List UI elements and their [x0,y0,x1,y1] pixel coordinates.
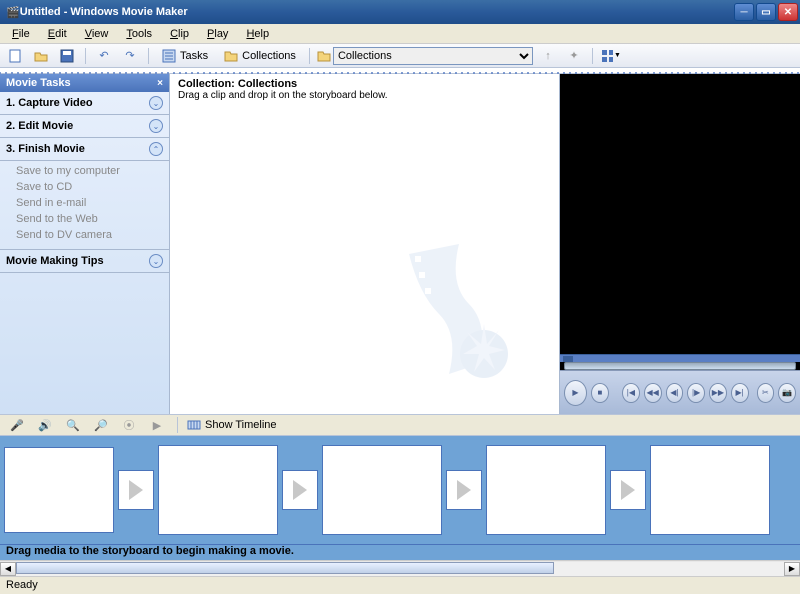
task-capture-video[interactable]: 1. Capture Video ⌄ [0,92,169,115]
split-button[interactable]: ✂ [757,383,775,403]
play-button[interactable]: ▶ [564,380,587,406]
collections-button[interactable]: Collections [218,47,302,65]
toolbar: ↶ ↷ Tasks Collections Collections ↑ ✦ ▼ [0,44,800,68]
menu-clip[interactable]: Clip [162,26,197,42]
clip-slot[interactable] [4,447,114,533]
clip-slot[interactable] [322,445,442,535]
video-preview [560,74,800,354]
clip-slot[interactable] [486,445,606,535]
chevron-up-icon: ⌃ [149,142,163,156]
location-icon [317,49,331,63]
task-pane: Movie Tasks × 1. Capture Video ⌄ 2. Edit… [0,74,170,414]
subtask-save-cd[interactable]: Save to CD [16,179,163,195]
menu-edit[interactable]: Edit [40,26,75,42]
rewind-button[interactable]: ◀◀ [644,383,662,403]
zoom-out-button[interactable]: 🔎 [90,415,112,435]
open-project-button[interactable] [30,46,52,66]
seek-bar[interactable] [564,362,796,370]
save-button[interactable] [56,46,78,66]
scroll-left-button[interactable]: ◀ [0,562,16,576]
subtask-send-dv[interactable]: Send to DV camera [16,227,163,243]
task-section-label: 1. Capture Video [6,97,93,109]
storyboard-hint: Drag media to the storyboard to begin ma… [0,544,800,560]
preview-pane: ▶ ■ |◀ ◀◀ ◀| |▶ ▶▶ ▶| ✂ 📷 [560,74,800,414]
playback-controls: ▶ ■ |◀ ◀◀ ◀| |▶ ▶▶ ▶| ✂ 📷 [560,370,800,414]
up-button[interactable]: ↑ [537,46,559,66]
task-section-label: 2. Edit Movie [6,120,73,132]
task-finish-movie[interactable]: 3. Finish Movie ⌃ [0,138,169,161]
status-text: Ready [6,579,38,591]
menu-view[interactable]: View [77,26,117,42]
collection-hint: Drag a clip and drop it on the storyboar… [178,90,551,101]
step-fwd-button[interactable]: |▶ [687,383,705,403]
collections-label: Collections [242,50,296,62]
narrate-button[interactable]: 🔊 [34,415,56,435]
new-project-button[interactable] [4,46,26,66]
chevron-down-icon: ⌄ [149,119,163,133]
menu-tools[interactable]: Tools [118,26,160,42]
undo-button[interactable]: ↶ [93,46,115,66]
tasks-icon [162,49,176,63]
statusbar: Ready [0,576,800,594]
step-back-button[interactable]: ◀| [666,383,684,403]
location-dropdown[interactable]: Collections [333,47,533,65]
seek-marker-icon [563,356,573,362]
clip-slot[interactable] [650,445,770,535]
scroll-thumb[interactable] [16,562,554,574]
play-timeline-button[interactable]: ▶ [146,415,168,435]
stop-button[interactable]: ■ [591,383,609,403]
views-button[interactable]: ▼ [600,46,622,66]
task-section-label: 3. Finish Movie [6,143,85,155]
snapshot-button[interactable]: 📷 [778,383,796,403]
maximize-button[interactable]: ▭ [756,3,776,21]
zoom-in-button[interactable]: 🔍 [62,415,84,435]
chevron-down-icon: ⌄ [149,96,163,110]
menu-file[interactable]: File [4,26,38,42]
film-watermark-icon [389,234,529,394]
redo-button[interactable]: ↷ [119,46,141,66]
clip-slot[interactable] [158,445,278,535]
task-pane-header: Movie Tasks × [0,74,169,92]
next-button[interactable]: ▶| [731,383,749,403]
tasks-button[interactable]: Tasks [156,47,214,65]
app-icon: 🎬 [6,6,20,19]
transition-slot[interactable] [446,470,482,510]
new-folder-button[interactable]: ✦ [563,46,585,66]
subtask-save-computer[interactable]: Save to my computer [16,163,163,179]
minimize-button[interactable]: ─ [734,3,754,21]
scroll-track[interactable] [16,562,784,576]
subtask-send-email[interactable]: Send in e-mail [16,195,163,211]
chevron-down-icon: ⌄ [149,254,163,268]
timeline-icon [187,418,201,432]
window-title: Untitled - Windows Movie Maker [20,6,734,18]
menu-help[interactable]: Help [238,26,277,42]
storyboard[interactable] [0,436,800,544]
task-pane-close[interactable]: × [157,78,163,89]
folder-icon [224,49,238,63]
titlebar: 🎬 Untitled - Windows Movie Maker ─ ▭ ✕ [0,0,800,24]
task-edit-movie[interactable]: 2. Edit Movie ⌄ [0,115,169,138]
show-timeline-label: Show Timeline [205,419,277,431]
subtask-send-web[interactable]: Send to the Web [16,211,163,227]
task-pane-title: Movie Tasks [6,77,71,89]
menu-play[interactable]: Play [199,26,236,42]
forward-button[interactable]: ▶▶ [709,383,727,403]
collection-pane: Collection: Collections Drag a clip and … [170,74,560,414]
transition-slot[interactable] [118,470,154,510]
transition-slot[interactable] [610,470,646,510]
set-audio-button[interactable]: 🎤 [6,415,28,435]
scroll-right-button[interactable]: ▶ [784,562,800,576]
transition-slot[interactable] [282,470,318,510]
show-timeline-button[interactable]: Show Timeline [187,418,277,432]
tasks-label: Tasks [180,50,208,62]
close-button[interactable]: ✕ [778,3,798,21]
storyboard-toolbar: 🎤 🔊 🔍 🔎 ⦿ ▶ Show Timeline [0,414,800,436]
rewind-timeline-button[interactable]: ⦿ [118,415,140,435]
task-tips[interactable]: Movie Making Tips ⌄ [0,249,169,273]
prev-button[interactable]: |◀ [622,383,640,403]
horizontal-scrollbar[interactable]: ◀ ▶ [0,560,800,576]
task-section-label: Movie Making Tips [6,255,104,267]
menubar: File Edit View Tools Clip Play Help [0,24,800,44]
collection-title: Collection: Collections [178,78,551,90]
